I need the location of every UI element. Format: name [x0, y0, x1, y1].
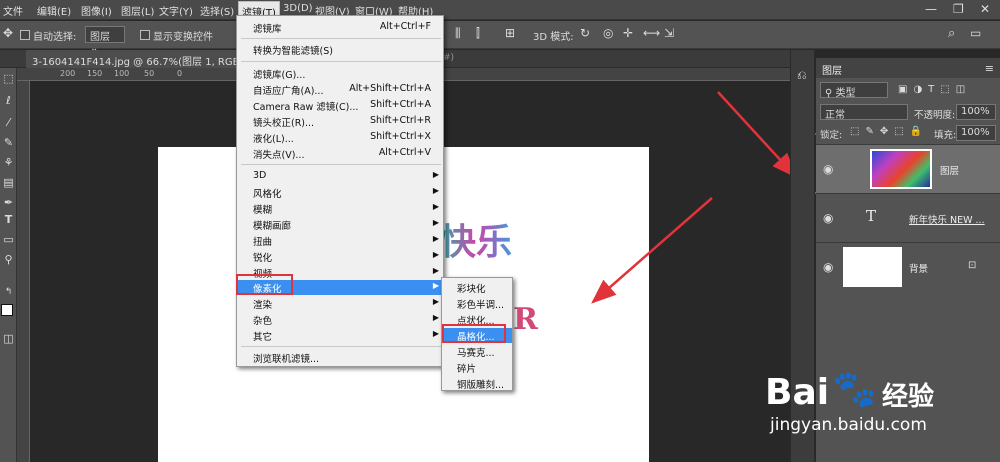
blend-row: 正常 不透明度: 100%: [816, 102, 1000, 122]
lock-icon: ⊡: [968, 260, 977, 271]
arrow-to-layer: [717, 91, 797, 178]
blend-mode-dropdown[interactable]: 正常: [820, 104, 908, 121]
watermark-brand: Bai: [765, 372, 830, 413]
fill-input[interactable]: 100%: [956, 125, 996, 141]
arrow-to-canvas: [591, 197, 713, 304]
blend-mode-value: 正常: [825, 110, 845, 121]
layer-filter-dropdown[interactable]: ⚲ 类型: [820, 82, 888, 99]
lock-row: 锁定: ⬚✎✥⬚🔒 填充: 100%: [816, 123, 1000, 143]
layer-filter-value: 类型: [835, 88, 856, 99]
layers-panel-title[interactable]: 图层: [822, 62, 842, 77]
layer-filter-icons[interactable]: ▣◑T⬚◫: [898, 84, 971, 95]
layers-panel-header: 图层 ≡: [816, 58, 1000, 78]
layer-name[interactable]: 图层: [940, 163, 959, 177]
fill-value: 100%: [961, 127, 990, 138]
opacity-label: 不透明度:: [914, 110, 956, 121]
visibility-eye-icon[interactable]: ◉: [823, 260, 833, 274]
watermark-url: jingyan.baidu.com: [770, 415, 927, 435]
history-panel-icon[interactable]: ⎌: [797, 68, 807, 83]
opacity-value: 100%: [961, 106, 990, 117]
layer-thumbnail: [843, 247, 902, 287]
paw-icon: 🐾: [832, 369, 877, 410]
layer-row[interactable]: ◉ 背景 ⊡: [816, 242, 1000, 291]
layer-filter-row: ⚲ 类型 ▣◑T⬚◫: [816, 80, 1000, 100]
panel-menu-icon[interactable]: ≡: [985, 62, 994, 75]
layer-row[interactable]: ◉ T 新年快乐 NEW ...: [816, 193, 1000, 242]
opacity-input[interactable]: 100%: [956, 104, 996, 120]
layer-name[interactable]: 背景: [909, 261, 928, 275]
text-layer-icon: T: [866, 207, 877, 225]
watermark-brand2: 经验: [882, 382, 935, 412]
lock-label: 锁定:: [820, 130, 843, 141]
layer-row[interactable]: ◉ 图层: [816, 144, 1000, 193]
visibility-eye-icon[interactable]: ◉: [823, 211, 833, 225]
lock-icons[interactable]: ⬚✎✥⬚🔒: [850, 126, 928, 137]
fill-label: 填充:: [934, 130, 957, 141]
layer-name[interactable]: 新年快乐 NEW ...: [909, 212, 985, 226]
visibility-eye-icon[interactable]: ◉: [823, 162, 833, 176]
layer-thumbnail: [870, 149, 932, 189]
